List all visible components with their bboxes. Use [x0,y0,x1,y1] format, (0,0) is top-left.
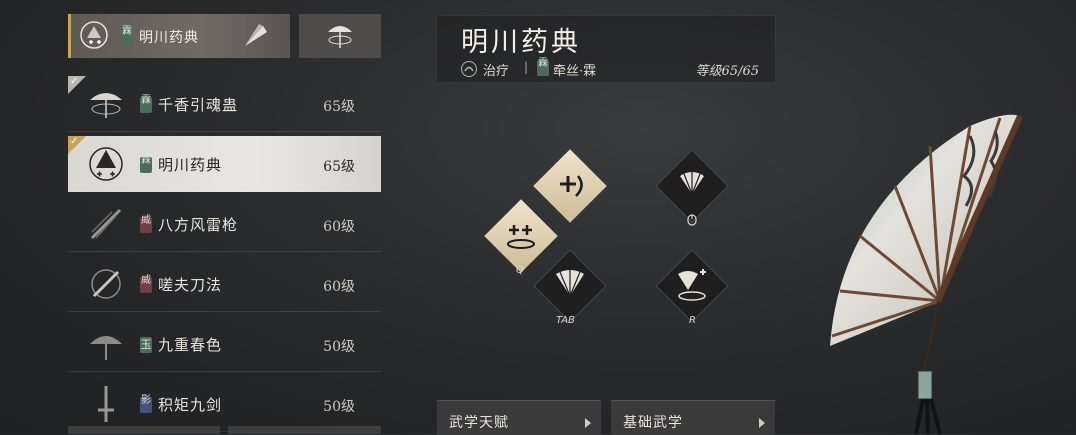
weapon-name: 千香引魂蛊 [158,96,239,114]
skill-key-tab: TAB [556,315,575,326]
skill-mouse[interactable] [654,148,730,226]
equipped-weapon-name: 明川药典 [139,30,199,46]
sect-tag: 影 [140,396,152,413]
fan-weapon-icon [245,24,267,46]
sect-tag: 威 [140,276,152,293]
weapon-name: 嗟夫刀法 [158,276,223,294]
sect-tag: 霖 [537,59,549,76]
sword-weapon-icon [98,386,114,422]
bottom-tab-left[interactable] [68,426,220,434]
info-separator: | [524,60,529,74]
weapon-level: 60级 [323,219,355,235]
skill-r[interactable]: R [654,248,730,326]
fan-skill-icon [556,268,584,297]
equipped-check-marker: ✓ [68,76,86,94]
weapon-row-jiuchong[interactable]: 玉 九重春色 50级 [68,316,381,372]
fan-plus-skill-icon [678,269,706,301]
skill-tilde[interactable]: ~ [532,148,608,225]
spear-weapon-icon [90,208,122,240]
weapon-level: 60级 [323,279,355,295]
bottom-tab-right[interactable] [228,426,381,434]
weapon-sect: 牵丝·霖 [553,64,597,79]
heal-role-icon [461,61,477,77]
weapon-info-panel: 明川药典 治疗 | 霖 牵丝·霖 等级65/65 [436,15,776,83]
weapon-name: 九重春色 [158,336,223,354]
weapon-row-qianxiang[interactable]: ✓ 霖 千香引魂蛊 65级 [68,76,381,132]
swap-weapon-slot[interactable] [299,14,381,58]
weapon-level: 65级 [323,99,355,115]
basic-martial-label: 基础武学 [623,415,683,431]
check-icon: ✓ [70,136,79,147]
weapon-level: 65级 [323,159,355,175]
skill-key-r: R [689,315,696,326]
sect-tag: 霖 [140,96,152,113]
fan-weapon-artwork [830,114,1023,434]
weapon-row-mingchuan[interactable]: ✓ 霖 明川药典 65级 [68,136,381,192]
chevron-right-icon [585,418,591,428]
fan-skill-icon [89,147,123,181]
weapon-title: 明川药典 [461,27,581,58]
weapon-level-progress: 等级65/65 [695,64,759,79]
skill-key-q: Q [516,265,524,276]
weapon-row-bafang[interactable]: 威 八方风雷枪 60级 [68,196,381,252]
basic-martial-panel[interactable]: 基础武学 [611,400,775,435]
fan-skill-icon [80,21,108,49]
martial-talent-panel[interactable]: 武学天赋 [437,400,601,435]
weapon-row-jiefu[interactable]: 威 嗟夫刀法 60级 [68,256,381,312]
blade-weapon-icon [91,269,121,299]
sect-tag: 霖 [121,27,133,44]
equipped-check-marker: ✓ [68,136,86,154]
weapon-row-jiju[interactable]: 影 积矩九剑 50级 [68,376,381,432]
weapon-name: 八方风雷枪 [158,216,239,234]
mouse-button-icon [687,214,697,226]
skill-tab[interactable]: TAB [532,248,608,326]
sect-tag: 玉 [140,337,152,353]
fan-skill-icon [680,170,704,195]
sect-tag: 霖 [140,156,152,173]
chevron-right-icon [759,418,765,428]
skill-wheel: Q ~ TAB R [470,140,750,340]
martial-talent-label: 武学天赋 [449,415,509,431]
plus-circle-skill-icon [560,175,583,197]
weapon-name: 明川药典 [158,156,223,174]
sect-tag: 威 [140,216,152,233]
weapon-level: 50级 [323,339,355,355]
check-icon: ✓ [70,76,79,87]
umbrella-weapon-icon [328,26,352,48]
equipped-weapon-slot[interactable]: 霖 明川药典 [68,14,290,58]
weapon-name: 积矩九剑 [158,396,223,414]
weapon-level: 50级 [323,399,355,415]
umbrella-weapon-icon [90,336,122,360]
umbrella-weapon-icon [90,93,122,118]
skill-key-tilde: ~ [566,214,575,225]
weapon-role: 治疗 [483,64,510,79]
